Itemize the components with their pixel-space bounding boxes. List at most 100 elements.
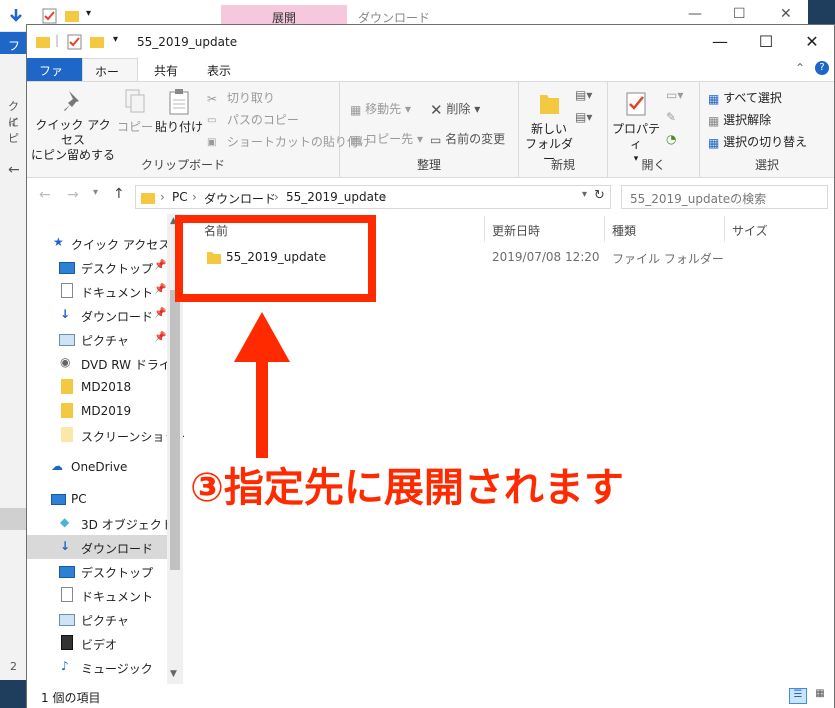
forward-icon[interactable]: →	[67, 187, 79, 203]
maximize-icon[interactable]: ☐	[743, 29, 789, 55]
ribbon-collapse-icon[interactable]: ⌃	[795, 61, 805, 75]
explorer-window: | ▾ 55_2019_update — ☐ ✕ ファイル ホーム 共有 表示 …	[26, 24, 835, 708]
computer-icon	[51, 494, 66, 505]
sidebar-item-pictures[interactable]: ピクチャ 📌	[27, 327, 167, 351]
column-header-type[interactable]: 種類	[612, 222, 636, 239]
sidebar-item-pc-desktop[interactable]: デスクトップ	[27, 559, 167, 583]
scrollbar-thumb[interactable]	[170, 290, 180, 570]
music-note-icon: ♪	[61, 659, 69, 673]
sidebar-item-downloads[interactable]: ↓ ダウンロード 📌	[27, 303, 167, 327]
folder-icon	[141, 193, 155, 204]
properties-check-icon[interactable]	[67, 34, 83, 50]
select-group-label: 選択	[754, 158, 779, 172]
background-left-pane: クイ にピ ← 2	[0, 54, 28, 708]
breadcrumb-pc[interactable]: PC	[172, 190, 188, 204]
copy-path-icon: ▭	[207, 115, 217, 126]
search-input[interactable]: 55_2019_updateの検索	[621, 185, 828, 209]
help-icon[interactable]: ?	[815, 61, 829, 75]
sidebar-item-pc[interactable]: PC	[27, 487, 167, 511]
qat-dropdown-icon[interactable]: ▾	[86, 8, 91, 19]
sidebar-item-pc-documents[interactable]: ドキュメント	[27, 583, 167, 607]
invert-selection-button[interactable]: ▦ 選択の切り替え	[708, 133, 807, 150]
select-none-button[interactable]: ▦ 選択解除	[708, 111, 771, 128]
column-header-modified[interactable]: 更新日時	[492, 222, 540, 239]
details-view-icon[interactable]: ☰	[789, 688, 807, 704]
breadcrumb-current[interactable]: 55_2019_update	[286, 190, 386, 204]
large-icons-view-icon[interactable]: ▦	[811, 688, 829, 704]
sidebar-item-videos[interactable]: ビデオ	[27, 631, 167, 655]
up-icon[interactable]: ↑	[113, 186, 125, 202]
qat-dropdown-icon[interactable]: ▾	[113, 34, 118, 45]
sidebar-item-label: デスクトップ	[81, 262, 154, 276]
open-group-label: 開く	[641, 158, 666, 172]
sidebar-item-music[interactable]: ♪ ミュージック	[27, 655, 167, 679]
copy-path-button[interactable]: ▭ パスのコピー	[207, 111, 299, 128]
new-item-button[interactable]: ▤▾	[575, 88, 592, 102]
rename-label: 名前の変更	[445, 132, 506, 146]
folder-icon	[61, 427, 73, 442]
tab-file[interactable]: ファイル	[27, 58, 82, 95]
tab-home[interactable]: ホーム	[82, 58, 138, 96]
breadcrumb-chevron-icon[interactable]: ›	[274, 190, 279, 204]
breadcrumb-chevron-icon[interactable]: ›	[382, 190, 387, 204]
copy-button[interactable]: コピー	[117, 88, 153, 135]
edit-button[interactable]: ✎	[666, 110, 676, 124]
back-icon[interactable]: ←	[39, 187, 51, 203]
history-button[interactable]: ◔	[666, 132, 676, 146]
rename-button[interactable]: ▭ 名前の変更	[430, 130, 505, 147]
background-maximize-icon[interactable]: ☐	[733, 6, 746, 22]
sidebar-item-md2019[interactable]: MD2019	[27, 399, 167, 423]
minimize-icon[interactable]: —	[697, 29, 743, 55]
delete-x-icon: ✕	[430, 100, 443, 119]
scroll-down-icon[interactable]: ▼	[170, 669, 177, 679]
sidebar-item-3d-objects[interactable]: ◆ 3D オブジェクト	[27, 511, 174, 535]
easy-access-button[interactable]: ▤▾	[575, 110, 592, 124]
properties-icon	[626, 92, 646, 116]
sidebar-item-md2018[interactable]: MD2018	[27, 375, 167, 399]
sidebar-item-documents[interactable]: ドキュメント 📌	[27, 279, 167, 303]
copy-to-button[interactable]: ▦ コピー先 ▾	[350, 130, 423, 147]
invert-selection-icon: ▦	[708, 135, 720, 150]
background-file-tab[interactable]: ファ	[0, 32, 28, 70]
pin-quick-access-button[interactable]: クイック アクセス にピン留めする	[31, 88, 115, 163]
cut-button[interactable]: ✂ 切り取り	[207, 89, 275, 106]
breadcrumb-chevron-icon[interactable]: ›	[160, 190, 165, 204]
address-bar[interactable]: › PC › ダウンロード › 55_2019_update › ▾ ↻	[135, 185, 611, 209]
column-header-size[interactable]: サイズ	[732, 222, 768, 239]
sidebar-item-onedrive[interactable]: ☁ OneDrive	[27, 455, 167, 479]
new-folder-icon[interactable]	[89, 34, 105, 50]
column-separator[interactable]	[724, 216, 725, 242]
sidebar-item-pc-downloads[interactable]: ↓ ダウンロード	[27, 535, 167, 559]
cloud-icon: ☁	[51, 459, 63, 473]
sidebar-item-quick-access[interactable]: ★ クイック アクセス	[27, 231, 170, 255]
folder-icon	[36, 37, 50, 48]
sidebar-item-desktop[interactable]: デスクトップ 📌	[27, 255, 167, 279]
tab-view[interactable]: 表示	[195, 58, 243, 81]
close-icon[interactable]: ✕	[789, 29, 835, 55]
open-button[interactable]: ▭▾	[666, 88, 683, 102]
tab-share[interactable]: 共有	[142, 58, 190, 81]
sidebar-item-dvd[interactable]: ◉ DVD RW ドライブ (	[27, 351, 191, 375]
move-to-label: 移動先	[365, 102, 402, 116]
column-separator[interactable]	[604, 216, 605, 242]
address-dropdown-icon[interactable]: ▾	[582, 189, 587, 200]
pin-icon	[64, 91, 79, 111]
refresh-icon[interactable]: ↻	[594, 188, 605, 203]
sidebar-item-screenshots[interactable]: スクリーンショット	[27, 423, 188, 447]
ribbon-tabs: ファイル ホーム 共有 表示 ⌃ ?	[27, 58, 834, 96]
paste-button[interactable]: 貼り付け	[155, 88, 203, 135]
sidebar-item-pc-pictures[interactable]: ピクチャ	[27, 607, 167, 631]
select-group: ▦ すべて選択 ▦ 選択解除 ▦ 選択の切り替え 選択	[700, 82, 834, 177]
breadcrumb-chevron-icon[interactable]: ›	[192, 190, 197, 204]
background-close-icon[interactable]: ✕	[780, 6, 792, 22]
breadcrumb-downloads[interactable]: ダウンロード	[204, 190, 276, 207]
sidebar-item-label: ミュージック	[81, 662, 153, 676]
move-to-button[interactable]: ▦ 移動先 ▾	[350, 100, 411, 117]
delete-button[interactable]: ✕ 削除 ▾	[430, 100, 480, 119]
pin-icon: 📌	[154, 260, 167, 271]
background-back-icon[interactable]: ←	[8, 162, 20, 178]
background-minimize-icon[interactable]: —	[688, 6, 702, 22]
select-all-button[interactable]: ▦ すべて選択	[708, 89, 782, 106]
recent-locations-icon[interactable]: ▾	[93, 187, 98, 198]
column-separator[interactable]	[484, 216, 485, 242]
